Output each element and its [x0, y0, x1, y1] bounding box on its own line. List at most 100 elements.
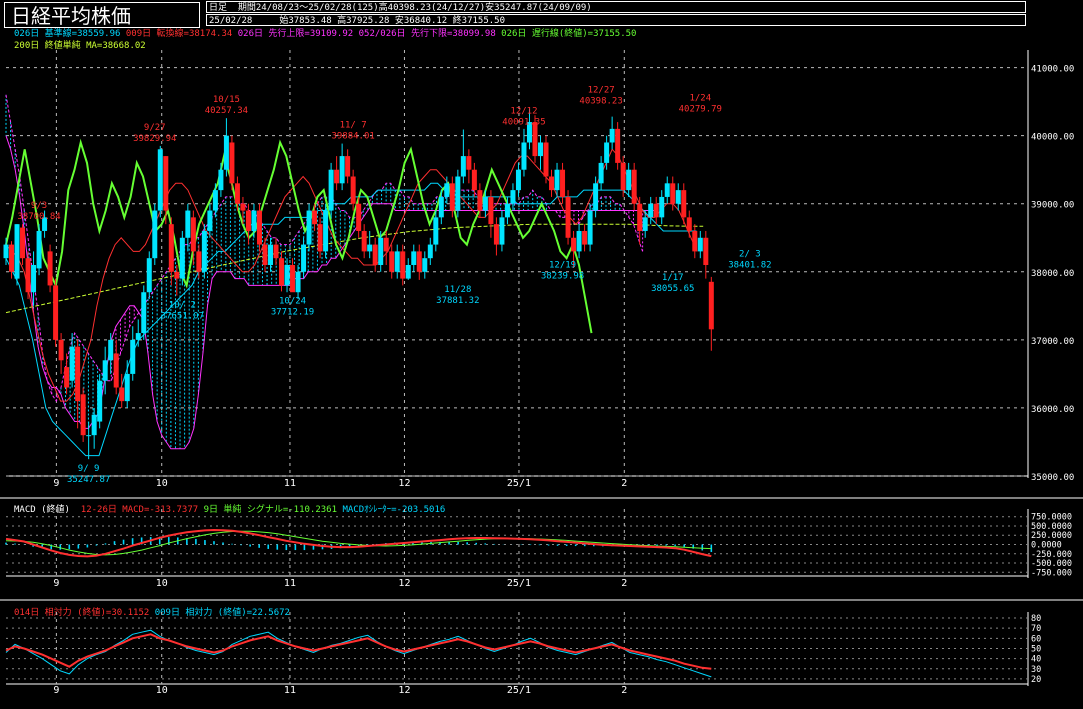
low-annotation-value: 35247.87 [67, 475, 110, 485]
candle-body [339, 156, 345, 184]
candle-body [267, 244, 273, 265]
candle-body [394, 251, 400, 272]
candle-body [328, 169, 334, 211]
candle-body [36, 230, 42, 269]
candle-body [31, 265, 37, 293]
candle-body [262, 244, 268, 265]
chart-canvas[interactable]: 35000.00 36000.00 37000.00 38000.00 39000.00… [0, 0, 1083, 709]
x-tick-label: 2 [621, 685, 627, 696]
candle-body [692, 230, 698, 252]
candle-body [345, 156, 351, 177]
candle-body [653, 203, 659, 218]
candle-body [422, 258, 428, 272]
candle-body [587, 210, 593, 245]
candle-body [312, 210, 318, 225]
high-annotation-date: 10/15 [213, 95, 240, 105]
candle-body [190, 217, 196, 252]
candle-body [626, 169, 632, 191]
x-tick-label: 11 [284, 478, 296, 489]
candle-body [212, 190, 218, 211]
high-annotation-date: 12/12 [510, 106, 537, 116]
candle-body [648, 203, 654, 218]
candle-body [108, 339, 114, 361]
macd-y-tick-label: -750.000 [1031, 568, 1072, 578]
candle-body [367, 244, 373, 252]
candle-body [86, 435, 92, 437]
candle-body [477, 190, 483, 211]
rsi9-line [5, 629, 712, 678]
candle-body [609, 128, 615, 143]
candle-body [124, 373, 130, 402]
candle-body [179, 237, 185, 279]
candle-body [455, 176, 461, 211]
candle-body [234, 183, 240, 204]
x-tick-label: 11 [284, 578, 296, 589]
low-annotation-date: 11/28 [444, 285, 471, 295]
ma200-line [5, 223, 704, 314]
candle-body [378, 237, 384, 265]
candle-body [444, 183, 450, 197]
candle-body [488, 196, 494, 225]
high-annotation-value: 40257.34 [205, 106, 248, 116]
x-tick-label: 25/1 [507, 685, 531, 696]
x-tick-label: 9 [53, 685, 59, 696]
rsi-y-tick-label: 40 [1031, 655, 1041, 665]
candle-body [25, 258, 31, 293]
candle-body [416, 251, 422, 272]
high-annotation-value: 40279.79 [679, 105, 722, 115]
candle-body [47, 251, 53, 286]
rsi-y-tick-label: 80 [1031, 614, 1041, 624]
low-annotation-date: 9/ 9 [78, 464, 100, 474]
candle-body [697, 237, 703, 252]
candle-body [168, 224, 174, 272]
candle-body [703, 237, 709, 265]
candle-body [317, 224, 323, 252]
x-tick-label: 2 [621, 478, 627, 489]
candle-body [681, 190, 687, 218]
low-annotation-date: 1/17 [662, 273, 684, 283]
candle-body [582, 230, 588, 245]
candle-body [251, 210, 257, 231]
x-tick-label: 2 [621, 578, 627, 589]
rsi-y-tick-label: 60 [1031, 634, 1041, 644]
x-tick-label: 10 [156, 478, 168, 489]
y-tick-label: 37000.00 [1031, 337, 1074, 347]
candle-body [58, 339, 64, 361]
x-tick-label: 25/1 [507, 578, 531, 589]
candle-body [565, 196, 571, 238]
candle-body [466, 156, 472, 170]
x-tick-label: 12 [398, 685, 410, 696]
rsi-y-tick-label: 30 [1031, 665, 1041, 675]
candle-body [3, 244, 9, 259]
x-tick-label: 25/1 [507, 478, 531, 489]
candle-body [521, 142, 527, 170]
candle-body [708, 281, 714, 330]
candle-body [91, 414, 97, 436]
candle-body [499, 217, 505, 245]
candle-body [75, 346, 81, 402]
candle-body [460, 156, 466, 177]
high-annotation-value: 40398.23 [579, 97, 622, 107]
candle-body [256, 210, 262, 245]
candle-body [20, 227, 26, 259]
candle-body [598, 162, 604, 184]
candle-body [157, 149, 163, 211]
high-annotation-date: 12/27 [588, 86, 615, 96]
candle-body [196, 251, 202, 272]
high-annotation-value: 39829.94 [133, 134, 176, 144]
candle-body [482, 196, 488, 211]
candle-body [69, 346, 75, 381]
candle-body [273, 244, 279, 259]
candle-body [80, 394, 86, 436]
candle-body [113, 353, 119, 388]
candle-body [554, 169, 560, 191]
candle-body [361, 230, 367, 252]
candle-body [593, 183, 599, 211]
candle-body [350, 176, 356, 204]
candle-body [659, 196, 665, 218]
candle-body [383, 237, 389, 252]
candle-body [670, 183, 676, 204]
low-annotation-date: 10/24 [279, 296, 306, 306]
low-annotation-value: 38401.82 [728, 260, 771, 270]
candle-body [119, 387, 125, 402]
